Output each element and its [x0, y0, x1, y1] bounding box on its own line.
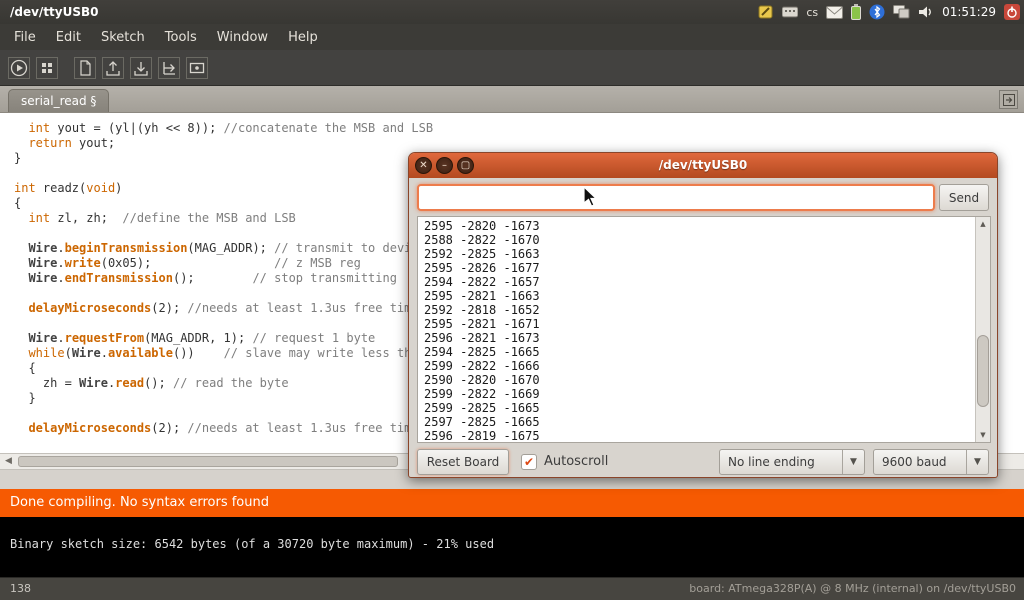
serial-output-scrollbar[interactable]: ▲ ▼ [975, 217, 990, 442]
new-button[interactable] [74, 57, 96, 79]
serial-output-lines: 2595 -2820 -16732588 -2822 -16702592 -28… [424, 219, 972, 443]
keyboard-layout-label[interactable]: cs [806, 6, 818, 19]
volume-icon[interactable] [918, 0, 934, 24]
upload-button[interactable] [158, 57, 180, 79]
menu-file[interactable]: File [4, 26, 46, 49]
compile-status-bar: Done compiling. No syntax errors found [0, 489, 1024, 517]
reset-board-button[interactable]: Reset Board [417, 449, 509, 475]
menubar: FileEditSketchToolsWindowHelp [0, 24, 1024, 50]
menu-help[interactable]: Help [278, 26, 328, 49]
keyboard-layout-icon[interactable] [782, 0, 798, 24]
serial-line: 2595 -2821 -1663 [424, 289, 972, 303]
code-line: int yout = (yl|(yh << 8)); //concatenate… [14, 121, 1024, 136]
stop-button[interactable] [36, 57, 58, 79]
serial-monitor-controls: Reset Board ✔ Autoscroll No line ending … [409, 449, 997, 475]
console-output: Binary sketch size: 6542 bytes (of a 307… [0, 517, 1024, 577]
serial-line: 2588 -2822 -1670 [424, 233, 972, 247]
serial-line: 2599 -2822 -1666 [424, 359, 972, 373]
arduino-ide-screen: /dev/ttyUSB0 cs 01:51: [0, 0, 1024, 600]
menu-edit[interactable]: Edit [46, 26, 91, 49]
save-button[interactable] [130, 57, 152, 79]
toolbar [0, 50, 1024, 86]
serial-line: 2595 -2821 -1671 [424, 317, 972, 331]
open-button[interactable] [102, 57, 124, 79]
panel-indicators: cs 01:51:29 [758, 0, 1020, 24]
serial-line: 2592 -2818 -1652 [424, 303, 972, 317]
serial-line: 2596 -2821 -1673 [424, 331, 972, 345]
tab-serial-read[interactable]: serial_read § [8, 89, 109, 112]
serial-line: 2596 -2819 -1675 [424, 429, 972, 443]
serial-line: 2595 -2820 -1673 [424, 219, 972, 233]
maximize-icon[interactable]: ▢ [457, 157, 474, 174]
close-icon[interactable]: ✕ [415, 157, 432, 174]
serial-monitor-titlebar[interactable]: /dev/ttyUSB0 [409, 153, 997, 178]
serial-monitor-button[interactable] [186, 57, 208, 79]
serial-line: 2592 -2825 -1663 [424, 247, 972, 261]
chevron-down-icon[interactable]: ▼ [966, 450, 988, 474]
menu-sketch[interactable]: Sketch [91, 26, 155, 49]
menu-window[interactable]: Window [207, 26, 278, 49]
serial-line: 2590 -2820 -1670 [424, 373, 972, 387]
chevron-down-icon[interactable]: ▼ [842, 450, 864, 474]
serial-line: 2597 -2825 -1665 [424, 415, 972, 429]
serial-line: 2595 -2826 -1677 [424, 261, 972, 275]
pencil-indicator-icon[interactable] [758, 0, 774, 24]
baud-rate-dropdown[interactable]: 9600 baud ▼ [873, 449, 989, 475]
serial-line: 2594 -2825 -1665 [424, 345, 972, 359]
minimize-icon[interactable]: – [436, 157, 453, 174]
mouse-cursor [583, 186, 601, 214]
code-line: return yout; [14, 136, 1024, 151]
board-info: board: ATmega328P(A) @ 8 MHz (internal) … [689, 578, 1016, 600]
mail-icon[interactable] [826, 0, 843, 24]
top-panel: /dev/ttyUSB0 cs 01:51: [0, 0, 1024, 24]
clock[interactable]: 01:51:29 [942, 5, 996, 19]
menu-tools[interactable]: Tools [155, 26, 207, 49]
serial-monitor-dialog: /dev/ttyUSB0 ✕ – ▢ Send 2595 -2820 -1673… [408, 152, 998, 478]
autoscroll-checkbox[interactable]: ✔ [521, 454, 537, 470]
serial-output-area[interactable]: 2595 -2820 -16732588 -2822 -16702592 -28… [417, 216, 991, 443]
window-title: /dev/ttyUSB0 [10, 5, 99, 19]
send-button[interactable]: Send [939, 184, 989, 211]
cursor-line-number: 138 [10, 578, 31, 600]
baud-rate-value: 9600 baud [882, 450, 964, 474]
network-icon[interactable] [893, 0, 910, 24]
autoscroll-label: Autoscroll [544, 449, 608, 475]
serial-input[interactable] [417, 184, 935, 211]
scrollbar-thumb[interactable] [977, 335, 989, 407]
line-ending-value: No line ending [728, 450, 840, 474]
scroll-left-arrow-icon[interactable]: ◀ [0, 454, 17, 469]
line-ending-dropdown[interactable]: No line ending ▼ [719, 449, 865, 475]
hscroll-thumb[interactable] [18, 456, 398, 467]
verify-button[interactable] [8, 57, 30, 79]
serial-line: 2599 -2825 -1665 [424, 401, 972, 415]
tab-overflow-button[interactable] [999, 90, 1018, 109]
session-power-icon[interactable] [1004, 0, 1020, 24]
scroll-down-arrow-icon[interactable]: ▼ [976, 428, 990, 442]
scroll-up-arrow-icon[interactable]: ▲ [976, 217, 990, 231]
bluetooth-icon[interactable] [869, 0, 885, 24]
battery-icon[interactable] [851, 0, 861, 24]
serial-line: 2599 -2822 -1669 [424, 387, 972, 401]
footer-status-bar: 138 board: ATmega328P(A) @ 8 MHz (intern… [0, 577, 1024, 600]
serial-line: 2594 -2822 -1657 [424, 275, 972, 289]
tab-strip: serial_read § [0, 86, 1024, 113]
